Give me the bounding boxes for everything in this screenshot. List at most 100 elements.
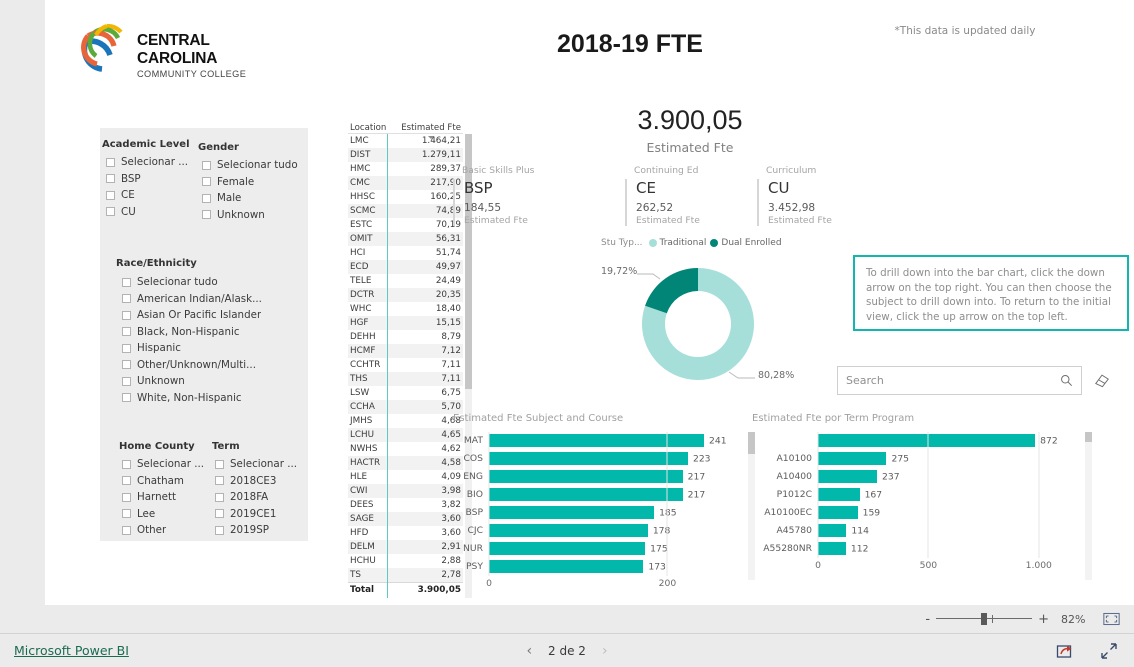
slicer-home-county[interactable]: Selecionar ... Chatham Harnett Lee Other — [122, 456, 206, 539]
checkbox-icon[interactable] — [202, 177, 211, 187]
bar-fill[interactable] — [489, 488, 683, 501]
bar-row[interactable]: COS 223 — [453, 450, 721, 467]
checkbox-icon[interactable] — [106, 174, 115, 184]
table-row[interactable]: HFD 3,60 — [348, 526, 463, 540]
checkbox-icon[interactable] — [106, 157, 115, 167]
slicer-gender[interactable]: Selecionar tudo Female Male Unknown — [202, 157, 304, 223]
checkbox-icon[interactable] — [215, 509, 224, 519]
slicer-race-ethnicity[interactable]: Selecionar tudo American Indian/Alask...… — [122, 274, 302, 406]
slicer-item-gender-2[interactable]: Male — [202, 190, 304, 207]
slicer-item-term-0[interactable]: Selecionar ... — [215, 456, 303, 473]
bar-fill[interactable] — [818, 452, 887, 465]
bar-row[interactable]: CJC 178 — [453, 522, 721, 539]
slicer-item-county-3[interactable]: Lee — [122, 506, 206, 523]
table-row[interactable]: ECD 49,97 — [348, 260, 463, 274]
slicer-term[interactable]: Selecionar ... 2018CE3 2018FA 2019CE1 20… — [215, 456, 303, 539]
table-row[interactable]: HLE 4,09 — [348, 470, 463, 484]
slicer-item-race-6[interactable]: Unknown — [122, 373, 302, 390]
checkbox-icon[interactable] — [215, 459, 224, 469]
donut-slice-dual-enrolled[interactable] — [645, 268, 698, 314]
zoom-in-button[interactable]: + — [1038, 612, 1049, 627]
bar-fill[interactable] — [489, 434, 705, 447]
search-icon[interactable] — [1060, 374, 1073, 387]
bar-row[interactable]: A10100EC 159 — [752, 504, 1082, 521]
table-row[interactable]: TS 2,78 — [348, 568, 463, 582]
term-program-bar-chart[interactable]: Estimated Fte por Term Program 872 A10100… — [752, 413, 1082, 572]
table-row[interactable]: HHSC 160,25 — [348, 190, 463, 204]
bar-fill[interactable] — [489, 524, 648, 537]
location-fte-table[interactable]: Location Estimated Fte LMC 1.464,21 DIST 1.… — [348, 115, 472, 598]
bar-fill[interactable] — [818, 524, 847, 537]
slicer-item-academic-level-2[interactable]: CE — [106, 187, 200, 204]
checkbox-icon[interactable] — [122, 343, 131, 353]
fullscreen-icon[interactable] — [1100, 642, 1118, 660]
bar-row[interactable]: P1012C 167 — [752, 486, 1082, 503]
checkbox-icon[interactable] — [202, 160, 211, 170]
slicer-item-race-7[interactable]: White, Non-Hispanic — [122, 390, 302, 407]
slicer-item-academic-level-1[interactable]: BSP — [106, 171, 200, 188]
table-row[interactable]: HACTR 4,58 — [348, 456, 463, 470]
table-row[interactable]: CWI 3,98 — [348, 484, 463, 498]
checkbox-icon[interactable] — [122, 492, 131, 502]
slicer-item-county-2[interactable]: Harnett — [122, 489, 206, 506]
slicer-item-race-2[interactable]: Asian Or Pacific Islander — [122, 307, 302, 324]
table-row[interactable]: DELM 2,91 — [348, 540, 463, 554]
checkbox-icon[interactable] — [106, 190, 115, 200]
table-row[interactable]: WHC 18,40 — [348, 302, 463, 316]
table-row[interactable]: SAGE 3,60 — [348, 512, 463, 526]
slicer-item-race-0[interactable]: Selecionar tudo — [122, 274, 302, 291]
checkbox-icon[interactable] — [122, 376, 131, 386]
checkbox-icon[interactable] — [215, 525, 224, 535]
table-row[interactable]: DEHH 8,79 — [348, 330, 463, 344]
bar-fill[interactable] — [489, 470, 683, 483]
slicer-item-gender-1[interactable]: Female — [202, 174, 304, 191]
zoom-slider[interactable] — [936, 613, 1033, 625]
bar-fill[interactable] — [818, 542, 846, 555]
checkbox-icon[interactable] — [122, 476, 131, 486]
slicer-item-race-3[interactable]: Black, Non-Hispanic — [122, 324, 302, 341]
bar-row[interactable]: MAT 241 — [453, 432, 727, 449]
bar-row[interactable]: PSY 173 — [453, 558, 721, 575]
checkbox-icon[interactable] — [202, 210, 211, 220]
bar-row[interactable]: A45780 114 — [752, 522, 1082, 539]
search-slicer[interactable] — [837, 366, 1109, 395]
table-row[interactable]: DIST 1.279,11 — [348, 148, 463, 162]
table-row[interactable]: NWHS 4,62 — [348, 442, 463, 456]
table-row[interactable]: CCHA 5,70 — [348, 400, 463, 414]
bar-chart-2-scrollbar[interactable] — [1085, 432, 1092, 580]
next-page-button[interactable]: › — [602, 643, 608, 659]
bar-row[interactable]: A10100 275 — [752, 450, 1082, 467]
checkbox-icon[interactable] — [122, 327, 131, 337]
bar-chart-2-scrollbar-thumb[interactable] — [1085, 432, 1092, 442]
table-row[interactable]: CCHTR 7,11 — [348, 358, 463, 372]
slicer-item-gender-0[interactable]: Selecionar tudo — [202, 157, 304, 174]
checkbox-icon[interactable] — [122, 360, 131, 370]
bar-fill[interactable] — [489, 452, 688, 465]
slicer-item-county-4[interactable]: Other — [122, 522, 206, 539]
slicer-item-academic-level-3[interactable]: CU — [106, 204, 200, 221]
slicer-item-gender-3[interactable]: Unknown — [202, 207, 304, 224]
search-input[interactable] — [846, 374, 1060, 387]
table-row[interactable]: CMC 217,90 — [348, 176, 463, 190]
table-row[interactable]: DCTR 20,35 — [348, 288, 463, 302]
slicer-item-race-1[interactable]: American Indian/Alask... — [122, 291, 302, 308]
checkbox-icon[interactable] — [106, 207, 115, 217]
checkbox-icon[interactable] — [122, 459, 131, 469]
table-row[interactable]: JMHS 4,68 — [348, 414, 463, 428]
table-row[interactable]: ESTC 70,19 — [348, 218, 463, 232]
microsoft-power-bi-link[interactable]: Microsoft Power BI — [14, 643, 129, 658]
slicer-item-race-4[interactable]: Hispanic — [122, 340, 302, 357]
table-row[interactable]: TELE 24,49 — [348, 274, 463, 288]
table-row[interactable]: DEES 3,82 — [348, 498, 463, 512]
table-row[interactable]: THS 7,11 — [348, 372, 463, 386]
table-row[interactable]: HCI 51,74 — [348, 246, 463, 260]
table-row[interactable]: OMIT 56,31 — [348, 232, 463, 246]
bar-row[interactable]: BSP 185 — [453, 504, 721, 521]
bar-fill[interactable] — [818, 470, 878, 483]
table-row[interactable]: LSW 6,75 — [348, 386, 463, 400]
bar-fill[interactable] — [489, 560, 644, 573]
bar-fill[interactable] — [489, 542, 646, 555]
bar-row[interactable]: NUR 175 — [453, 540, 721, 557]
zoom-out-button[interactable]: - — [925, 612, 930, 627]
slicer-item-academic-level-0[interactable]: Selecionar ... — [106, 154, 200, 171]
